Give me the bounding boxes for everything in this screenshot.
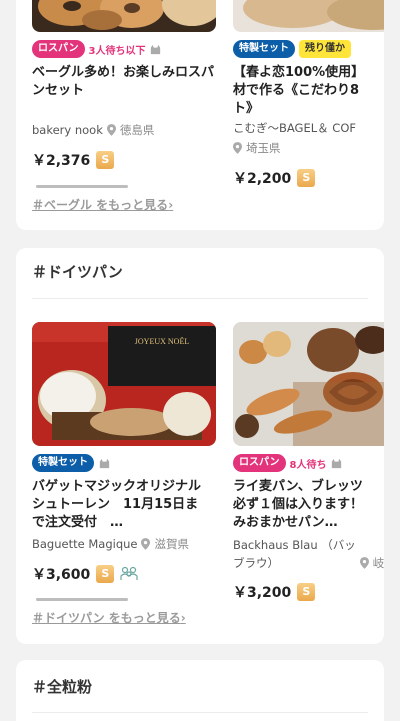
stock-badge: 残り僅か [299,40,351,58]
see-more-label: ＃ベーグル をもっと見る [32,198,169,212]
seller-location: 埼玉県 [246,141,281,155]
product-card[interactable]: 特製セット 残り僅か 【春よ恋100%使用】 材で作る《こだわり8 ト》 こむぎ… [233,0,384,188]
product-image[interactable] [32,0,216,32]
location-pin-icon [233,142,242,154]
product-price: ￥2,200 [233,171,292,187]
seller-location: 滋賀県 [154,537,189,551]
cat-icon [332,458,342,468]
status-badge: 特製セット [32,454,94,472]
section-card-bagel: ロスパン 3人待ち以下 ベーグル多め！お楽しみロスパンセット bakery no… [16,0,384,230]
coin-icon: S [96,151,115,169]
cat-icon [151,44,161,54]
waiting-count: 3人待ち以下 [88,45,146,57]
see-more-link[interactable]: ＃ベーグル をもっと見る› [32,196,173,213]
product-image[interactable] [233,0,384,32]
seller-name[interactable]: こむぎ〜BAGEL＆ COF [233,120,356,136]
chevron-right-icon: › [168,198,174,212]
group-people-icon [120,566,138,580]
section-title: ＃ドイツパン [32,263,123,281]
box-lettering: JOYEUX NOËL [135,337,190,346]
product-price: ￥3,200 [233,585,292,601]
see-more-label: ＃ドイツパン をもっと見る [32,611,181,625]
horizontal-scrollbar[interactable] [36,185,128,188]
chevron-right-icon: › [180,611,186,625]
product-price: ￥3,600 [32,567,91,583]
cat-icon [99,458,110,468]
section-card-german-bread: ＃ドイツパン JOYEUX NOËL 特製セット バゲットマジックオリジナル シ… [16,248,384,644]
divider [32,712,368,713]
seller-name[interactable]: Baguette Magique [32,537,137,551]
seller-location: 徳島県 [119,123,155,137]
section-title: ＃全粒粉 [32,678,93,696]
waiting-count: 8人待ち [289,459,327,471]
coin-icon: S [96,565,115,583]
section-card-whole-wheat: ＃全粒粉 [16,660,384,721]
product-title[interactable]: ベーグル多め！お楽しみロスパンセット [32,64,216,118]
location-pin-icon [359,557,369,569]
coin-icon: S [297,169,316,187]
location-pin-icon [141,538,151,550]
product-card[interactable]: ロスパン 3人待ち以下 ベーグル多め！お楽しみロスパンセット bakery no… [32,0,216,170]
seller-name[interactable]: bakery nook [32,123,103,137]
product-title[interactable]: バゲットマジックオリジナル シュトーレン 11月15日ま で注文受付 … [32,478,216,532]
product-image[interactable]: JOYEUX NOËL [32,322,216,446]
divider [32,298,368,299]
seller-name[interactable]: Backhaus Blau （バッ ブラウ） [233,536,356,572]
status-badge: ロスパン [233,454,286,472]
status-badge: 特製セット [233,40,295,58]
coin-icon: S [297,583,316,601]
product-title[interactable]: ライ麦パン、ブレッツ 必ず１個は入ります！ みおまかせパン… [233,478,384,532]
location-pin-icon [106,124,116,136]
horizontal-scrollbar[interactable] [36,598,128,601]
see-more-link[interactable]: ＃ドイツパン をもっと見る› [32,609,186,626]
seller-location: 岐阜県 [372,556,384,570]
product-title[interactable]: 【春よ恋100%使用】 材で作る《こだわり8 ト》 [233,64,384,118]
product-price: ￥2,376 [32,153,91,169]
product-card[interactable]: JOYEUX NOËL 特製セット バゲットマジックオリジナル シュトーレン 1… [32,322,216,584]
product-image[interactable] [233,322,384,446]
product-card[interactable]: ロスパン 8人待ち ライ麦パン、ブレッツ 必ず１個は入ります！ みおまかせパン…… [233,322,384,602]
status-badge: ロスパン [32,40,85,58]
